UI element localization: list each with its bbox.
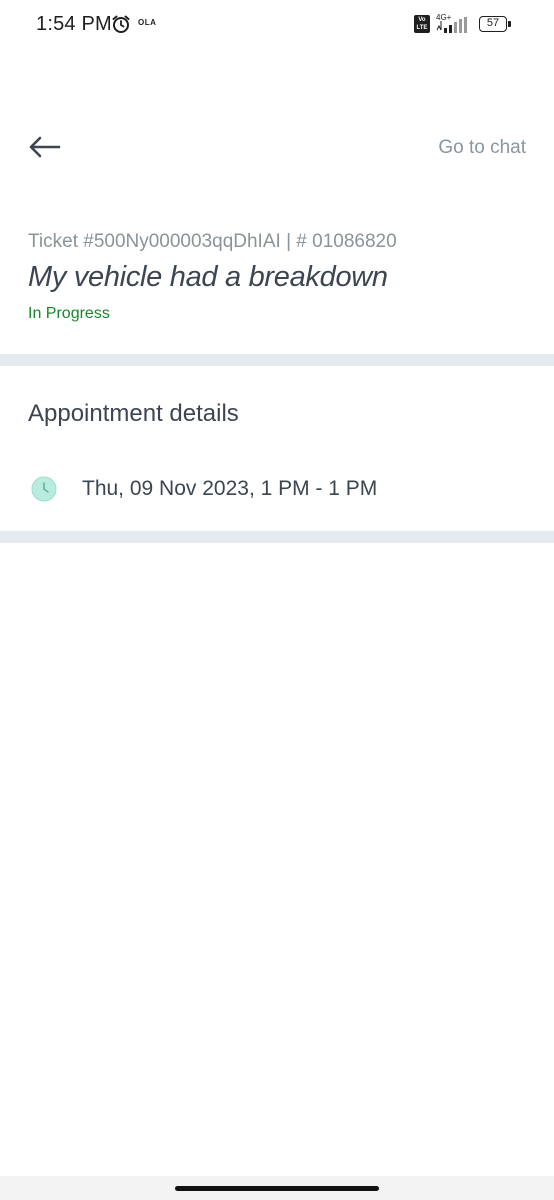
- alarm-icon: [112, 15, 130, 33]
- go-to-chat-button[interactable]: Go to chat: [438, 137, 526, 159]
- status-time: 1:54 PM: [36, 13, 112, 35]
- section-divider: [0, 531, 554, 543]
- ola-app-logo: OLA: [138, 18, 157, 27]
- appointment-time: Thu, 09 Nov 2023, 1 PM - 1 PM: [82, 477, 378, 500]
- ticket-id: Ticket #500Ny000003qqDhIAI | # 01086820: [28, 231, 397, 252]
- back-button[interactable]: [26, 130, 66, 166]
- home-indicator[interactable]: [175, 1186, 379, 1191]
- volte-icon: Vo LTE: [414, 15, 430, 33]
- appointment-section-title: Appointment details: [28, 400, 239, 427]
- battery-tip: [508, 21, 511, 27]
- arrow-left-icon: [29, 136, 61, 158]
- clock-icon: [31, 476, 57, 502]
- ticket-title: My vehicle had a breakdown: [28, 261, 388, 293]
- signal-strength-icon: [436, 17, 467, 33]
- battery-icon: 57: [479, 16, 507, 32]
- ticket-status: In Progress: [28, 305, 110, 322]
- status-bar: 1:54 PM OLA Vo LTE 4G+ 57: [0, 0, 554, 52]
- section-divider: [0, 354, 554, 366]
